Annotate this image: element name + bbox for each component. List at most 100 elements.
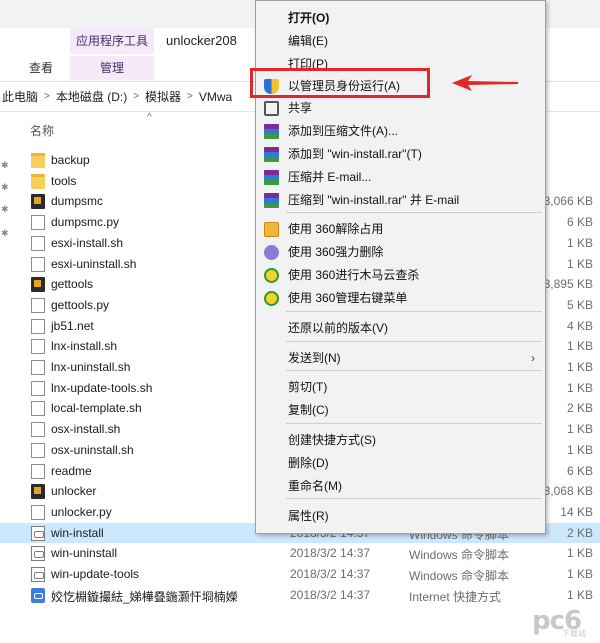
file-row[interactable]: win-uninstall 2018/3/2 14:37 Windows 命令脚本 1… — [0, 543, 600, 564]
vm-app-icon — [31, 194, 45, 210]
column-name-header[interactable]: 名称 — [30, 122, 54, 139]
breadcrumb-emulator[interactable]: 模拟器 — [145, 88, 181, 105]
chevron-right-icon[interactable]: > — [44, 91, 50, 102]
batch-script-icon — [31, 546, 45, 562]
360-delete-icon — [264, 245, 279, 260]
context-menu-item[interactable]: 复制(C) — [258, 399, 543, 421]
context-menu-label: 压缩并 E-mail... — [288, 170, 372, 184]
file-size: 1 KB — [566, 235, 593, 250]
sort-up-icon: ^ — [147, 112, 152, 123]
file-name: unlocker — [51, 484, 97, 499]
context-menu-label: 创建快捷方式(S) — [288, 433, 376, 447]
context-menu-item[interactable]: 编辑(E) — [258, 30, 543, 52]
context-menu-label: 编辑(E) — [288, 34, 328, 48]
file-name: esxi-uninstall.sh — [51, 256, 137, 271]
file-row[interactable]: 姣忔棩鏇撮紶_娣樺疂鍦灏忓埛楠嬫 2018/3/2 14:37 Internet 快… — [0, 585, 600, 606]
file-size: 3,068 KB — [543, 484, 593, 499]
context-menu-label: 打开(O) — [288, 11, 330, 25]
file-type: Windows 命令脚本 — [409, 569, 510, 583]
file-name: local-template.sh — [51, 401, 142, 416]
context-menu-item[interactable]: 还原以前的版本(V) — [258, 317, 543, 339]
context-menu-item[interactable]: 发送到(N) › — [258, 347, 543, 369]
context-menu-item[interactable]: 剪切(T) — [258, 376, 543, 398]
file-date: 2018/3/2 14:37 — [290, 567, 371, 581]
file-name: osx-install.sh — [51, 422, 121, 437]
context-menu-item[interactable]: 压缩到 "win-install.rar" 并 E-mail — [258, 189, 543, 211]
file-name: 姣忔棩鏇撮紶_娣樺疂鍦灏忓埛楠嬫 — [51, 589, 238, 604]
context-menu-item[interactable]: 使用 360进行木马云查杀 — [258, 264, 543, 286]
context-menu-item[interactable]: 共享 — [258, 97, 543, 119]
tab-manage[interactable]: 管理 — [70, 56, 154, 80]
file-row[interactable]: win-update-tools 2018/3/2 14:37 Windows 命令… — [0, 564, 600, 585]
menu-separator — [286, 212, 542, 213]
context-tab-header: 应用程序工具 — [70, 28, 154, 54]
file-name: dumpsmc.py — [51, 215, 120, 230]
document-icon — [31, 215, 45, 231]
window-title: unlocker208 — [166, 33, 237, 48]
winrar-icon — [264, 193, 279, 208]
file-size: 6 KB — [566, 463, 593, 478]
context-menu-item[interactable]: 使用 360管理右键菜单 — [258, 287, 543, 309]
file-name: lnx-install.sh — [51, 339, 118, 354]
context-menu-item[interactable]: 打开(O) — [258, 7, 543, 29]
file-name: win-install — [51, 525, 104, 540]
folder-icon — [31, 173, 45, 189]
red-arrow-shape — [452, 75, 518, 91]
share-icon — [264, 101, 279, 116]
file-size: 1 KB — [566, 442, 593, 457]
file-size: 1 KB — [566, 339, 593, 354]
breadcrumb-this-pc[interactable]: 此电脑 — [2, 88, 38, 105]
breadcrumb-local-disk[interactable]: 本地磁盘 (D:) — [56, 88, 127, 105]
chevron-right-icon[interactable]: > — [133, 91, 139, 102]
360-unlock-icon — [264, 222, 279, 237]
menu-separator — [286, 498, 542, 499]
context-menu-label: 使用 360解除占用 — [288, 222, 384, 236]
context-menu-label: 共享 — [288, 101, 313, 115]
document-icon — [31, 504, 45, 520]
file-type: Internet 快捷方式 — [409, 589, 502, 604]
context-menu-label: 复制(C) — [288, 403, 329, 417]
context-menu-item[interactable]: 压缩并 E-mail... — [258, 166, 543, 188]
shortcut-icon — [31, 587, 45, 603]
context-menu-label: 还原以前的版本(V) — [288, 321, 388, 335]
context-menu-label: 删除(D) — [288, 456, 329, 470]
context-menu-item[interactable]: 创建快捷方式(S) — [258, 429, 543, 451]
context-menu-item[interactable]: 属性(R) — [258, 505, 543, 527]
file-name: lnx-uninstall.sh — [51, 360, 131, 374]
context-menu-item[interactable]: 使用 360解除占用 — [258, 218, 543, 240]
context-menu-label: 使用 360进行木马云查杀 — [288, 268, 420, 282]
file-size: 1 KB — [566, 587, 593, 602]
context-menu-label: 使用 360管理右键菜单 — [288, 291, 408, 305]
document-icon — [31, 463, 45, 479]
file-date: 2018/3/2 14:37 — [290, 587, 371, 602]
360-manage-icon — [264, 291, 279, 306]
document-icon — [31, 318, 45, 334]
document-icon — [31, 235, 45, 251]
file-name: unlocker.py — [51, 504, 112, 519]
batch-script-icon — [31, 567, 45, 582]
menu-separator — [286, 311, 542, 312]
context-menu-item[interactable]: 删除(D) — [258, 452, 543, 474]
winrar-icon — [264, 124, 279, 139]
breadcrumb-vmware[interactable]: VMwa — [199, 90, 232, 104]
context-menu-item[interactable]: 重命名(M) — [258, 475, 543, 497]
menu-separator — [286, 370, 542, 371]
context-menu-item[interactable]: 添加到压缩文件(A)... — [258, 120, 543, 142]
context-menu-label: 重命名(M) — [288, 479, 342, 493]
context-menu-item[interactable]: 添加到 "win-install.rar"(T) — [258, 143, 543, 165]
file-name: lnx-update-tools.sh — [51, 380, 153, 395]
document-icon — [31, 380, 45, 396]
context-menu-label: 剪切(T) — [288, 380, 328, 394]
file-name: readme — [51, 463, 92, 478]
360-scan-icon — [264, 268, 279, 283]
document-icon — [31, 256, 45, 272]
menu-separator — [286, 423, 542, 424]
winrar-icon — [264, 147, 279, 162]
context-menu-item[interactable]: 使用 360强力删除 — [258, 241, 543, 263]
chevron-right-icon[interactable]: > — [187, 91, 193, 102]
file-size: 4 KB — [566, 318, 593, 333]
tab-view[interactable]: 查看 — [16, 56, 66, 80]
context-menu-label: 使用 360强力删除 — [288, 245, 384, 259]
vm-app-icon — [31, 277, 45, 293]
file-size: 2 KB — [566, 401, 593, 416]
